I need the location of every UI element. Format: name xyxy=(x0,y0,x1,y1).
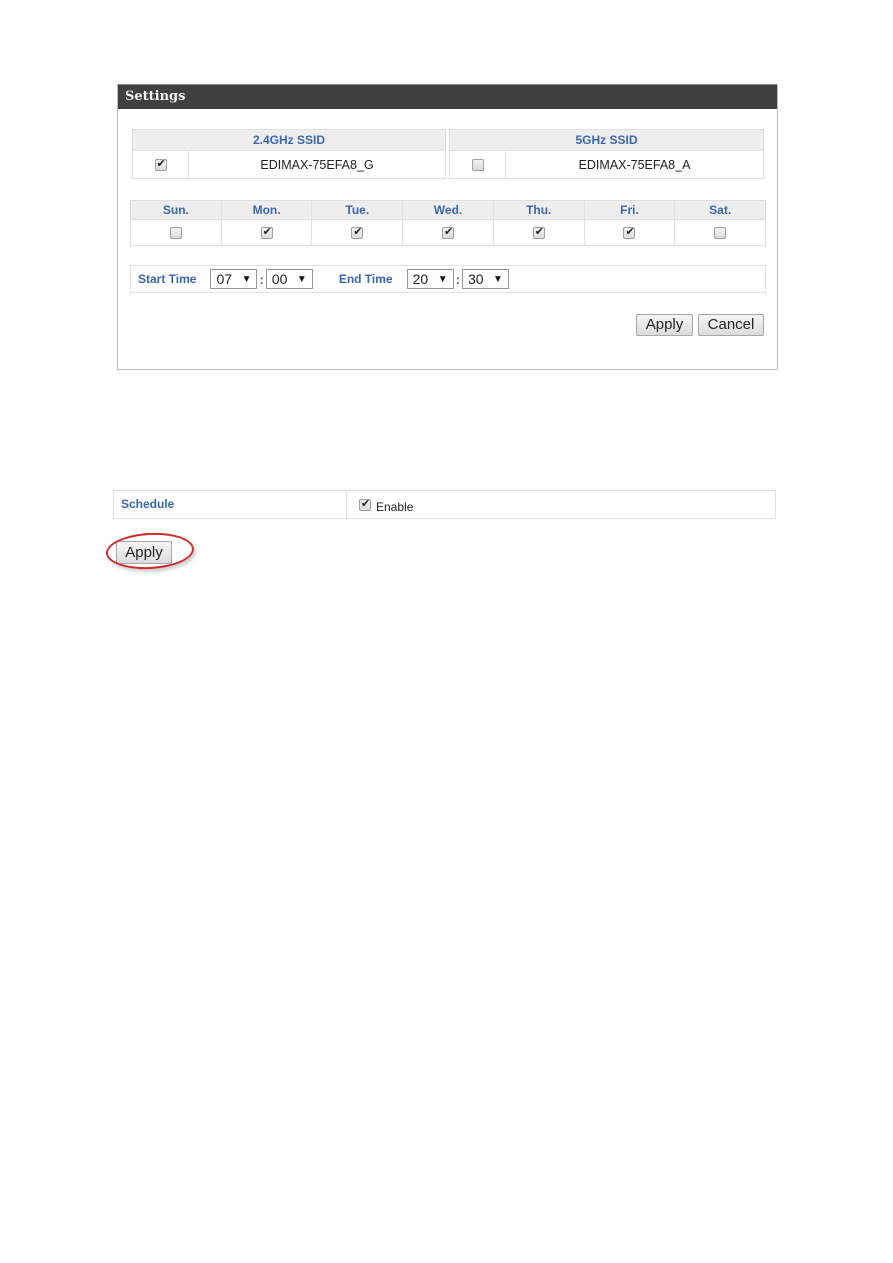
day-label: Mon. xyxy=(221,201,312,220)
time-separator: : xyxy=(259,271,264,287)
settings-panel-title: Settings xyxy=(118,84,777,109)
day-monday: Mon. xyxy=(221,201,313,245)
schedule-row: Schedule Enable xyxy=(113,490,776,519)
day-friday-checkbox[interactable] xyxy=(623,225,636,239)
settings-apply-button[interactable]: Apply xyxy=(636,314,693,336)
day-sunday-checkbox[interactable] xyxy=(169,226,182,239)
day-wednesday: Wed. xyxy=(403,201,494,245)
day-label: Sun. xyxy=(131,201,221,220)
day-label: Sat. xyxy=(675,201,766,220)
day-monday-checkbox[interactable] xyxy=(260,225,273,239)
ssid-5ghz-checkbox[interactable] xyxy=(471,159,484,171)
day-thursday: Thu. xyxy=(493,201,585,245)
settings-panel: Settings 2.4GHz SSID EDIMAX-75EFA8_G 5GH… xyxy=(117,84,778,370)
schedule-enable-label: Enable xyxy=(376,499,414,514)
day-saturday: Sat. xyxy=(675,201,766,245)
schedule-label: Schedule xyxy=(114,491,347,518)
ssid-24ghz-header: 2.4GHz SSID xyxy=(133,130,445,151)
dropdown-arrow-icon: ▼ xyxy=(493,273,503,285)
day-thursday-checkbox[interactable] xyxy=(532,225,545,239)
start-hour-value: 07 xyxy=(216,271,233,287)
schedule-enable-cell: Enable xyxy=(347,491,775,518)
start-time-label: Start Time xyxy=(138,272,197,286)
day-label: Tue. xyxy=(312,201,403,220)
day-sunday: Sun. xyxy=(131,201,222,245)
day-label: Thu. xyxy=(493,201,584,220)
day-label: Wed. xyxy=(403,201,493,220)
end-hour-select[interactable]: 20 ▼ xyxy=(406,269,454,289)
dropdown-arrow-icon: ▼ xyxy=(241,273,252,285)
day-friday: Fri. xyxy=(584,201,676,245)
end-time-label: End Time xyxy=(338,272,393,286)
days-of-week-table: Sun. Mon. Tue. Wed. Thu. Fri. Sat. xyxy=(130,200,766,246)
day-tuesday: Tue. xyxy=(312,201,404,245)
ssid-5ghz-box: 5GHz SSID EDIMAX-75EFA8_A xyxy=(449,129,764,179)
start-hour-select[interactable]: 07 ▼ xyxy=(210,269,258,289)
settings-cancel-button[interactable]: Cancel xyxy=(698,314,764,336)
day-wednesday-checkbox[interactable] xyxy=(442,225,455,239)
day-label: Fri. xyxy=(584,201,675,220)
time-range-row: Start Time 07 ▼ : 00 ▼ End Time 20 ▼ : 3… xyxy=(130,265,766,293)
schedule-apply-button[interactable]: Apply xyxy=(116,541,172,564)
ssid-24ghz-checkbox[interactable] xyxy=(154,157,167,171)
end-hour-value: 20 xyxy=(412,271,429,287)
start-minute-value: 00 xyxy=(271,271,288,287)
end-minute-value: 30 xyxy=(467,271,484,287)
ssid-24ghz-box: 2.4GHz SSID EDIMAX-75EFA8_G xyxy=(132,129,446,179)
dropdown-arrow-icon: ▼ xyxy=(296,273,307,285)
start-minute-select[interactable]: 00 ▼ xyxy=(265,269,313,289)
end-minute-select[interactable]: 30 ▼ xyxy=(461,269,509,289)
ssid-24ghz-name: EDIMAX-75EFA8_G xyxy=(260,158,374,172)
dropdown-arrow-icon: ▼ xyxy=(437,273,448,285)
schedule-enable-checkbox[interactable] xyxy=(359,497,371,511)
ssid-5ghz-header: 5GHz SSID xyxy=(450,130,763,151)
day-saturday-checkbox[interactable] xyxy=(714,226,727,239)
time-separator: : xyxy=(455,271,460,287)
day-tuesday-checkbox[interactable] xyxy=(351,225,364,239)
ssid-5ghz-name: EDIMAX-75EFA8_A xyxy=(578,158,691,172)
